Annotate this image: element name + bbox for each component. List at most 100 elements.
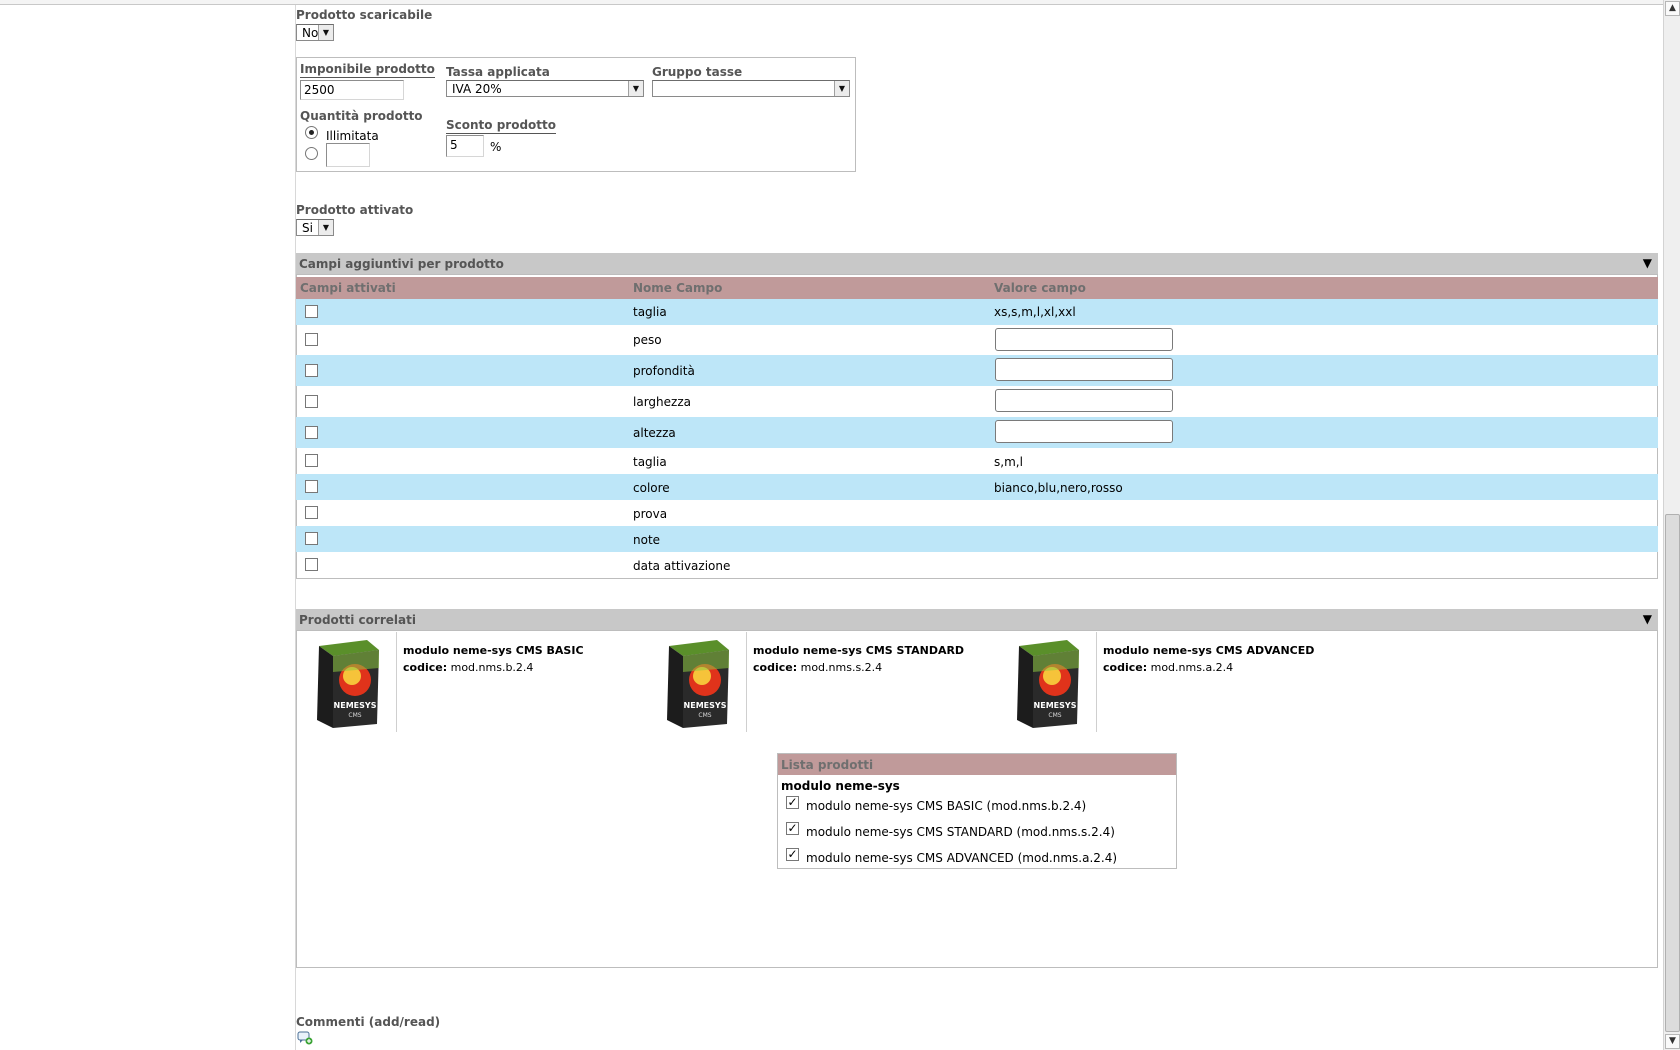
product-list-item: modulo neme-sys CMS ADVANCED (mod.nms.a.… [806, 851, 1118, 865]
row-name: taglia [633, 305, 667, 319]
table-row: prova [296, 500, 1658, 526]
taxable-input[interactable]: 2500 [300, 80, 404, 100]
row-name: profondità [633, 364, 695, 378]
discount-label: Sconto prodotto [446, 118, 557, 134]
active-label: Prodotto attivato [296, 203, 414, 217]
table-row: peso [296, 325, 1658, 355]
scrollbar-thumb[interactable] [1665, 514, 1680, 1032]
row-name: colore [633, 481, 670, 495]
discount-input[interactable]: 5 [446, 135, 484, 157]
extra-fields-header[interactable]: Campi aggiuntivi per prodotto ▼ [296, 253, 1658, 274]
product-code: codice: mod.nms.b.2.4 [403, 661, 534, 674]
quantity-input[interactable] [326, 143, 370, 167]
product-list-title: Lista prodotti [781, 758, 874, 772]
row-value-input[interactable] [995, 420, 1173, 443]
tax-label: Tassa applicata [446, 65, 550, 79]
row-checkbox[interactable] [305, 426, 318, 439]
extra-fields-title: Campi aggiuntivi per prodotto [299, 257, 504, 271]
downloadable-select[interactable]: No ▼ [296, 24, 334, 41]
active-select-value: Si [302, 221, 313, 235]
row-checkbox[interactable] [305, 305, 318, 318]
product-thumbnail[interactable]: NEMESYS CMS [647, 632, 747, 732]
row-name: data attivazione [633, 559, 731, 573]
related-title: Prodotti correlati [299, 613, 416, 627]
comment-add-icon[interactable] [297, 1031, 313, 1045]
row-value-input[interactable] [995, 358, 1173, 381]
row-name: altezza [633, 426, 676, 440]
product-list-item: modulo neme-sys CMS BASIC (mod.nms.b.2.4… [806, 799, 1087, 813]
product-name[interactable]: modulo neme-sys CMS ADVANCED [1103, 644, 1314, 657]
product-list-item: modulo neme-sys CMS STANDARD (mod.nms.s.… [806, 825, 1115, 839]
product-list-checkbox[interactable]: ✓ [786, 796, 799, 809]
box-subtext: CMS [698, 712, 711, 719]
row-value: bianco,blu,nero,rosso [994, 481, 1123, 495]
taxable-label: Imponibile prodotto [300, 62, 435, 78]
row-name: peso [633, 333, 662, 347]
downloadable-label: Prodotto scaricabile [296, 8, 433, 22]
product-list-checkbox[interactable]: ✓ [786, 848, 799, 861]
product-box-image: NEMESYS CMS [317, 640, 379, 728]
row-checkbox[interactable] [305, 480, 318, 493]
row-name: taglia [633, 455, 667, 469]
product-name[interactable]: modulo neme-sys CMS STANDARD [753, 644, 964, 657]
table-row: note [296, 526, 1658, 552]
row-checkbox[interactable] [305, 364, 318, 377]
vertical-scrollbar[interactable]: ▲ ▼ [1663, 0, 1680, 1050]
quantity-unlimited-radio[interactable] [305, 126, 318, 139]
row-value: s,m,l [994, 455, 1023, 469]
table-row: larghezza [296, 386, 1658, 417]
scroll-up-icon[interactable]: ▲ [1665, 1, 1680, 16]
row-value: xs,s,m,l,xl,xxl [994, 305, 1076, 319]
row-checkbox[interactable] [305, 333, 318, 346]
related-header[interactable]: Prodotti correlati ▼ [296, 609, 1658, 630]
col-field-value: Valore campo [994, 281, 1086, 295]
row-checkbox[interactable] [305, 395, 318, 408]
box-text: NEMESYS [1034, 701, 1077, 710]
product-thumbnail[interactable]: NEMESYS CMS [997, 632, 1097, 732]
downloadable-select-value: No [302, 26, 319, 40]
product-name[interactable]: modulo neme-sys CMS BASIC [403, 644, 584, 657]
row-checkbox[interactable] [305, 454, 318, 467]
product-list-group: modulo neme-sys [781, 779, 900, 793]
product-thumbnail[interactable]: NEMESYS CMS [297, 632, 397, 732]
row-checkbox[interactable] [305, 506, 318, 519]
scroll-down-icon[interactable]: ▼ [1665, 1034, 1680, 1049]
tax-group-select[interactable]: ▼ [652, 80, 850, 97]
tax-select[interactable]: IVA 20% ▼ [446, 80, 644, 97]
quantity-custom-radio[interactable] [305, 147, 318, 160]
tax-select-value: IVA 20% [452, 82, 502, 96]
table-row: altezza [296, 417, 1658, 448]
box-text: NEMESYS [684, 701, 727, 710]
box-subtext: CMS [348, 712, 361, 719]
product-list-checkbox[interactable]: ✓ [786, 822, 799, 835]
table-row: data attivazione [296, 552, 1658, 578]
extra-fields-table-header: Campi attivati Nome Campo Valore campo [296, 277, 1658, 299]
row-value-input[interactable] [995, 389, 1173, 412]
box-text: NEMESYS [334, 701, 377, 710]
dropdown-arrow-icon: ▼ [628, 81, 643, 96]
row-name: prova [633, 507, 668, 521]
comments-label[interactable]: Commenti (add/read) [296, 1015, 440, 1029]
col-active: Campi attivati [300, 281, 396, 295]
product-box-image: NEMESYS CMS [667, 640, 729, 728]
product-box-image: NEMESYS CMS [1017, 640, 1079, 728]
row-name: note [633, 533, 661, 547]
discount-unit: % [490, 140, 502, 154]
collapse-triangle-icon[interactable]: ▼ [1643, 612, 1652, 626]
table-row: taglia s,m,l [296, 448, 1658, 474]
table-row: taglia xs,s,m,l,xl,xxl [296, 299, 1658, 325]
table-row: colore bianco,blu,nero,rosso [296, 474, 1658, 500]
top-border [0, 0, 1663, 5]
active-select[interactable]: Si ▼ [296, 219, 334, 236]
table-row: profondità [296, 355, 1658, 386]
row-checkbox[interactable] [305, 532, 318, 545]
row-value-input[interactable] [995, 328, 1173, 351]
row-checkbox[interactable] [305, 558, 318, 571]
product-list-header: Lista prodotti [778, 754, 1176, 775]
dropdown-arrow-icon: ▼ [318, 220, 333, 235]
collapse-triangle-icon[interactable]: ▼ [1643, 256, 1652, 270]
quantity-unlimited-label: Illimitata [326, 129, 379, 143]
tax-group-label: Gruppo tasse [652, 65, 743, 79]
row-name: larghezza [633, 395, 691, 409]
box-subtext: CMS [1048, 712, 1061, 719]
